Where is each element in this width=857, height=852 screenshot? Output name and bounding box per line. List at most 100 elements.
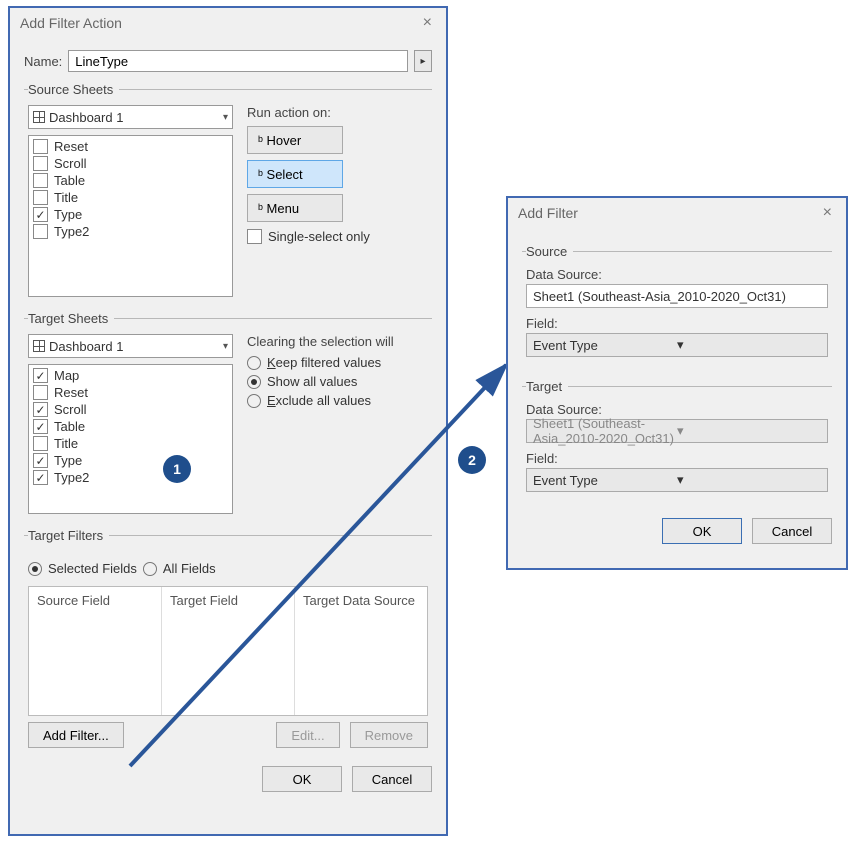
run-action-label: Run action on: — [247, 105, 428, 120]
add-filter-button[interactable]: Add Filter... — [28, 722, 124, 748]
checkbox-icon[interactable] — [247, 229, 262, 244]
checkbox-icon[interactable] — [33, 436, 48, 451]
checkbox-icon[interactable]: ✓ — [33, 402, 48, 417]
dialog-title: Add Filter — [518, 205, 578, 221]
target-field-combo[interactable]: Event Type ▾ — [526, 468, 828, 492]
target-filters-group: Target Filters Selected Fields All Field… — [24, 528, 432, 752]
source-sheets-group: Source Sheets Dashboard 1 ▾ Reset Scroll… — [24, 82, 432, 301]
titlebar: Add Filter Action × — [10, 8, 446, 38]
close-icon[interactable]: × — [819, 204, 836, 222]
source-field-value: Event Type — [533, 338, 677, 353]
list-item[interactable]: ✓Scroll — [33, 401, 228, 418]
list-item[interactable]: ✓Table — [33, 418, 228, 435]
hover-button[interactable]: ᵇ Hover — [247, 126, 343, 154]
cancel-button[interactable]: Cancel — [752, 518, 832, 544]
select-button[interactable]: ᵇ Select — [247, 160, 343, 188]
source-ds-value: Sheet1 (Southeast-Asia_2010-2020_Oct31) — [533, 289, 821, 304]
radio-icon[interactable] — [247, 356, 261, 370]
target-sheets-group: Target Sheets Dashboard 1 ▾ ✓Map Reset ✓… — [24, 311, 432, 518]
single-select-label: Single-select only — [268, 229, 370, 244]
chevron-down-icon: ▾ — [223, 112, 228, 123]
dashboard-icon — [33, 340, 45, 352]
source-ds-combo[interactable]: Sheet1 (Southeast-Asia_2010-2020_Oct31) — [526, 284, 828, 308]
radio-icon[interactable] — [28, 562, 42, 576]
list-item[interactable]: Reset — [33, 138, 228, 155]
ok-button[interactable]: OK — [662, 518, 742, 544]
list-item[interactable]: Scroll — [33, 155, 228, 172]
target-group: Target Data Source: Sheet1 (Southeast-As… — [522, 379, 832, 504]
selected-fields-radio[interactable]: Selected Fields — [28, 561, 137, 576]
chevron-down-icon: ▾ — [223, 341, 228, 352]
checkbox-icon[interactable]: ✓ — [33, 207, 48, 222]
target-filters-legend: Target Filters — [28, 528, 109, 543]
checkbox-icon[interactable] — [33, 139, 48, 154]
add-filter-action-dialog: Add Filter Action × Name: ▸ Source Sheet… — [8, 6, 448, 836]
show-radio[interactable]: Show all values — [247, 374, 428, 389]
name-label: Name: — [24, 54, 62, 69]
keep-radio[interactable]: Keep filtered values — [247, 355, 428, 370]
list-item[interactable]: Title — [33, 435, 228, 452]
source-ds-label: Data Source: — [526, 267, 828, 282]
radio-icon[interactable] — [143, 562, 157, 576]
source-dashboard-value: Dashboard 1 — [49, 110, 223, 125]
add-filter-dialog: Add Filter × Source Data Source: Sheet1 … — [506, 196, 848, 570]
checkbox-icon[interactable] — [33, 224, 48, 239]
ok-button[interactable]: OK — [262, 766, 342, 792]
checkbox-icon[interactable] — [33, 173, 48, 188]
name-input[interactable] — [68, 50, 408, 72]
col-target-ds: Target Data Source — [295, 587, 427, 715]
target-sheets-listbox[interactable]: ✓Map Reset ✓Scroll ✓Table Title ✓Type ✓T… — [28, 364, 233, 514]
target-ds-value: Sheet1 (Southeast-Asia_2010-2020_Oct31) — [533, 416, 677, 446]
callout-one: 1 — [163, 455, 191, 483]
target-dashboard-value: Dashboard 1 — [49, 339, 223, 354]
source-sheets-legend: Source Sheets — [28, 82, 119, 97]
menu-button[interactable]: ᵇ Menu — [247, 194, 343, 222]
edit-button[interactable]: Edit... — [276, 722, 339, 748]
checkbox-icon[interactable]: ✓ — [33, 419, 48, 434]
target-field-label: Field: — [526, 451, 828, 466]
checkbox-icon[interactable] — [33, 190, 48, 205]
source-sheets-listbox[interactable]: Reset Scroll Table Title ✓Type Type2 — [28, 135, 233, 297]
col-source-field: Source Field — [29, 587, 162, 715]
target-ds-combo: Sheet1 (Southeast-Asia_2010-2020_Oct31) … — [526, 419, 828, 443]
list-item[interactable]: ✓Type — [33, 206, 228, 223]
checkbox-icon[interactable]: ✓ — [33, 470, 48, 485]
source-field-label: Field: — [526, 316, 828, 331]
checkbox-icon[interactable]: ✓ — [33, 368, 48, 383]
all-fields-radio[interactable]: All Fields — [143, 561, 216, 576]
callout-two: 2 — [458, 446, 486, 474]
radio-icon[interactable] — [247, 394, 261, 408]
list-item[interactable]: Table — [33, 172, 228, 189]
target-sheets-legend: Target Sheets — [28, 311, 114, 326]
checkbox-icon[interactable] — [33, 156, 48, 171]
dashboard-icon — [33, 111, 45, 123]
list-item[interactable]: Title — [33, 189, 228, 206]
source-legend: Source — [526, 244, 573, 259]
exclude-radio[interactable]: Exclude all values — [247, 393, 428, 408]
source-field-combo[interactable]: Event Type ▾ — [526, 333, 828, 357]
clearing-label: Clearing the selection will — [247, 334, 428, 349]
target-legend: Target — [526, 379, 568, 394]
target-dashboard-combo[interactable]: Dashboard 1 ▾ — [28, 334, 233, 358]
list-item[interactable]: ✓Type — [33, 452, 228, 469]
checkbox-icon[interactable] — [33, 385, 48, 400]
list-item[interactable]: ✓Map — [33, 367, 228, 384]
list-item[interactable]: ✓Type2 — [33, 469, 228, 486]
filters-table[interactable]: Source Field Target Field Target Data So… — [28, 586, 428, 716]
titlebar: Add Filter × — [508, 198, 846, 228]
chevron-down-icon: ▾ — [677, 472, 821, 488]
chevron-down-icon: ▾ — [677, 337, 821, 353]
radio-icon[interactable] — [247, 375, 261, 389]
target-field-value: Event Type — [533, 473, 677, 488]
remove-button[interactable]: Remove — [350, 722, 428, 748]
cancel-button[interactable]: Cancel — [352, 766, 432, 792]
source-dashboard-combo[interactable]: Dashboard 1 ▾ — [28, 105, 233, 129]
close-icon[interactable]: × — [419, 14, 436, 32]
source-group: Source Data Source: Sheet1 (Southeast-As… — [522, 244, 832, 369]
list-item[interactable]: Reset — [33, 384, 228, 401]
dialog-title: Add Filter Action — [20, 15, 122, 31]
list-item[interactable]: Type2 — [33, 223, 228, 240]
col-target-field: Target Field — [162, 587, 295, 715]
name-arrow-icon[interactable]: ▸ — [414, 50, 432, 72]
checkbox-icon[interactable]: ✓ — [33, 453, 48, 468]
